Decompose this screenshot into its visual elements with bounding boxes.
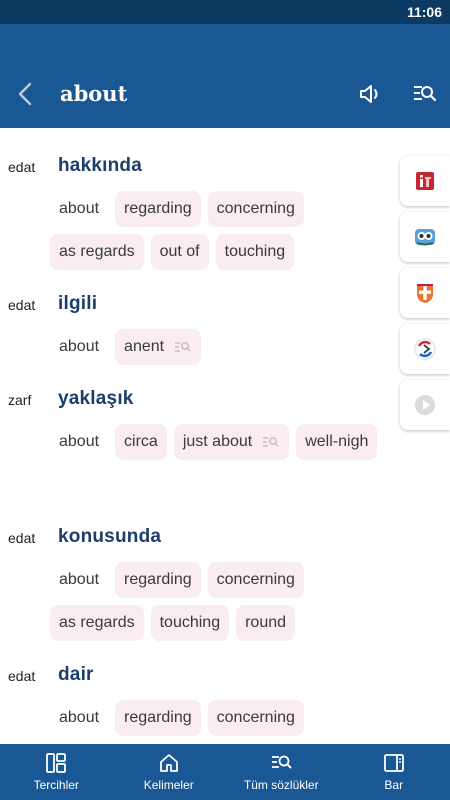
search-list-icon xyxy=(175,341,191,352)
dictionary-button-2[interactable] xyxy=(400,212,450,262)
dictionary-results[interactable]: edat hakkında about regarding concerning… xyxy=(0,128,450,744)
translation-chip[interactable]: as regards xyxy=(50,605,144,641)
sidebar-panel-icon xyxy=(383,754,404,772)
nav-tercihler[interactable]: Tercihler xyxy=(0,744,113,800)
translation-chip[interactable]: regarding xyxy=(115,191,201,227)
translation-chip[interactable]: regarding xyxy=(115,700,201,736)
bottom-navigation: Tercihler Kelimeler Tüm sözlükler Bar xyxy=(0,744,450,800)
chip-text: just about xyxy=(182,433,253,450)
translation-chip[interactable]: about xyxy=(50,424,108,460)
translation-chip[interactable]: about xyxy=(50,329,108,365)
translation-chip[interactable]: just about xyxy=(173,424,290,460)
play-icon xyxy=(415,395,435,415)
recycle-circle-icon xyxy=(414,338,436,360)
translation-chip[interactable]: about xyxy=(50,562,108,598)
preferences-icon xyxy=(46,753,67,773)
nav-bar[interactable]: Bar xyxy=(338,744,450,800)
part-of-speech: edat xyxy=(8,297,36,313)
headword[interactable]: konusunda xyxy=(58,526,161,548)
dictionary-button-1[interactable] xyxy=(400,156,450,206)
translation-chip[interactable]: regarding xyxy=(115,562,201,598)
red-dictionary-icon xyxy=(416,172,434,190)
nav-label: Kelimeler xyxy=(143,778,194,792)
back-arrow-icon[interactable] xyxy=(14,80,38,108)
cross-shield-icon xyxy=(417,284,433,303)
dictionary-button-3[interactable] xyxy=(400,268,450,318)
translation-chip[interactable]: anent xyxy=(115,329,202,365)
nav-kelimeler[interactable]: Kelimeler xyxy=(113,744,226,800)
app-bar: about xyxy=(0,24,450,128)
translation-chip[interactable]: circa xyxy=(115,424,167,460)
owl-dictionary-icon xyxy=(415,229,435,246)
nav-tum-sozlukler[interactable]: Tüm sözlükler xyxy=(225,744,338,800)
translation-chip[interactable]: about xyxy=(50,191,108,227)
translation-chip[interactable]: concerning xyxy=(207,700,304,736)
part-of-speech: edat xyxy=(8,530,36,546)
headword[interactable]: ilgili xyxy=(58,293,97,315)
translation-chip[interactable]: touching xyxy=(150,605,230,641)
part-of-speech: zarf xyxy=(8,392,32,408)
speaker-icon[interactable] xyxy=(356,80,384,108)
status-time: 11:06 xyxy=(406,4,442,20)
page-title: about xyxy=(60,81,128,106)
dictionary-button-5[interactable] xyxy=(400,380,450,430)
translation-chip[interactable]: about xyxy=(50,700,108,736)
translation-chip[interactable]: out of xyxy=(150,234,209,270)
dictionary-button-4[interactable] xyxy=(400,324,450,374)
translation-chip[interactable]: touching xyxy=(215,234,295,270)
search-list-icon xyxy=(272,755,292,769)
search-list-icon[interactable] xyxy=(411,81,437,107)
status-bar: 11:06 xyxy=(0,0,450,24)
headword[interactable]: yaklaşık xyxy=(58,388,134,410)
translation-chip[interactable]: well-nigh xyxy=(296,424,378,460)
translation-chip[interactable]: concerning xyxy=(207,191,304,227)
part-of-speech: edat xyxy=(8,668,36,684)
translation-chip[interactable]: as regards xyxy=(50,234,144,270)
chip-text: anent xyxy=(124,338,165,355)
search-list-icon xyxy=(263,436,279,447)
nav-label: Bar xyxy=(384,778,404,792)
nav-label: Tercihler xyxy=(33,778,79,792)
home-icon xyxy=(159,754,178,772)
headword[interactable]: dair xyxy=(58,664,94,686)
headword[interactable]: hakkında xyxy=(58,155,142,177)
translation-chip[interactable]: concerning xyxy=(207,562,304,598)
translation-chip[interactable]: round xyxy=(236,605,296,641)
nav-label: Tüm sözlükler xyxy=(243,778,319,792)
part-of-speech: edat xyxy=(8,159,36,175)
